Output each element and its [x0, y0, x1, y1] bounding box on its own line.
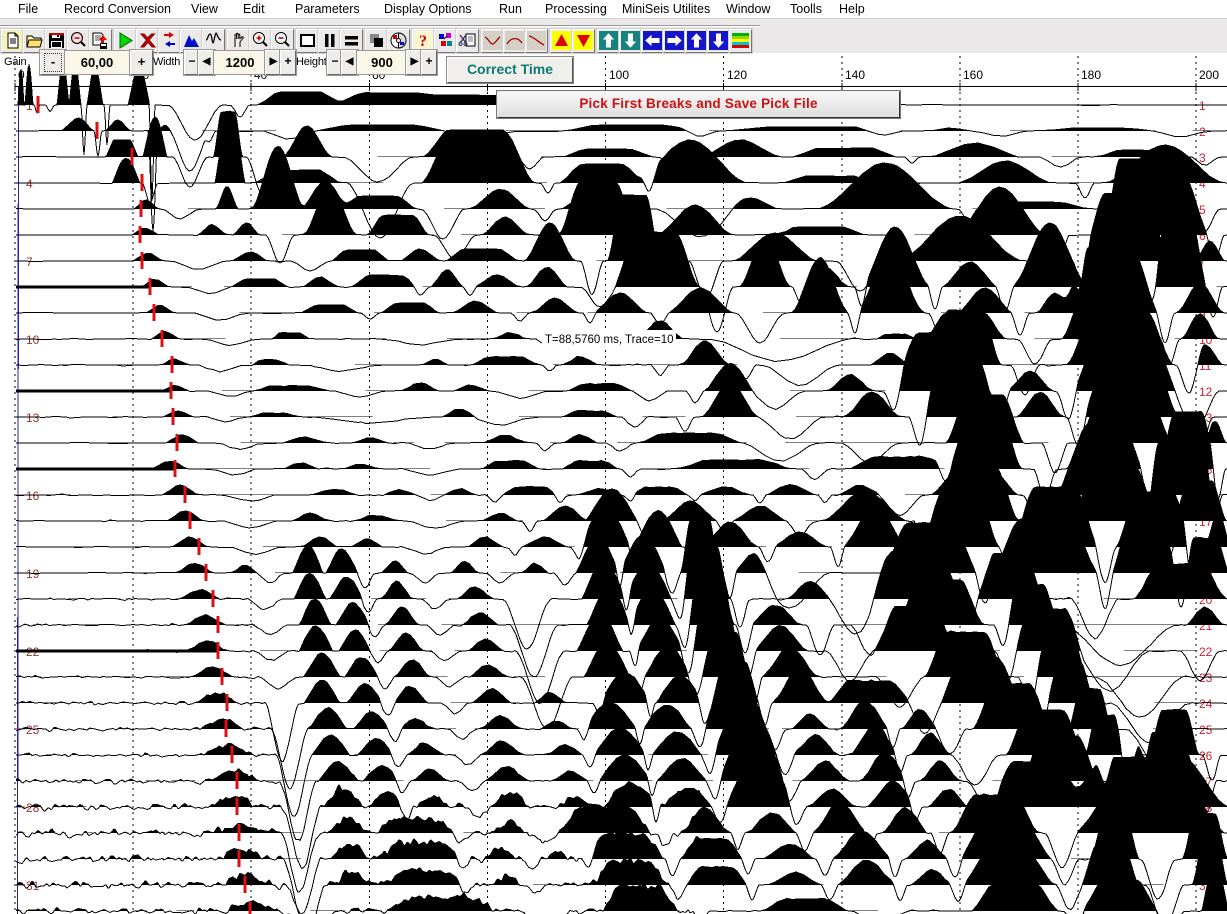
svg-text:12: 12 [1199, 385, 1213, 399]
svg-text:19: 19 [26, 567, 40, 581]
svg-text:13: 13 [26, 411, 40, 425]
svg-text:0: 0 [18, 68, 25, 82]
svg-text:28: 28 [26, 801, 40, 815]
svg-text:25: 25 [26, 723, 40, 737]
svg-text:16: 16 [26, 489, 40, 503]
svg-text:24: 24 [1199, 697, 1213, 711]
svg-text:200: 200 [1199, 68, 1219, 82]
svg-text:22: 22 [1199, 645, 1213, 659]
svg-text:160: 160 [963, 68, 983, 82]
svg-text:10: 10 [26, 333, 40, 347]
svg-text:7: 7 [26, 255, 33, 269]
svg-text:T=88,5760 ms, Trace=10: T=88,5760 ms, Trace=10 [545, 334, 674, 346]
svg-text:25: 25 [1199, 723, 1213, 737]
svg-text:?: ? [419, 33, 427, 50]
svg-text:1: 1 [1199, 99, 1206, 113]
svg-text:100: 100 [609, 68, 629, 82]
svg-text:120: 120 [727, 68, 747, 82]
svg-text:180: 180 [1081, 68, 1101, 82]
svg-text:140: 140 [845, 68, 865, 82]
svg-text:4: 4 [26, 177, 33, 191]
svg-text:23: 23 [1199, 671, 1213, 685]
svg-text:26: 26 [1199, 749, 1213, 763]
